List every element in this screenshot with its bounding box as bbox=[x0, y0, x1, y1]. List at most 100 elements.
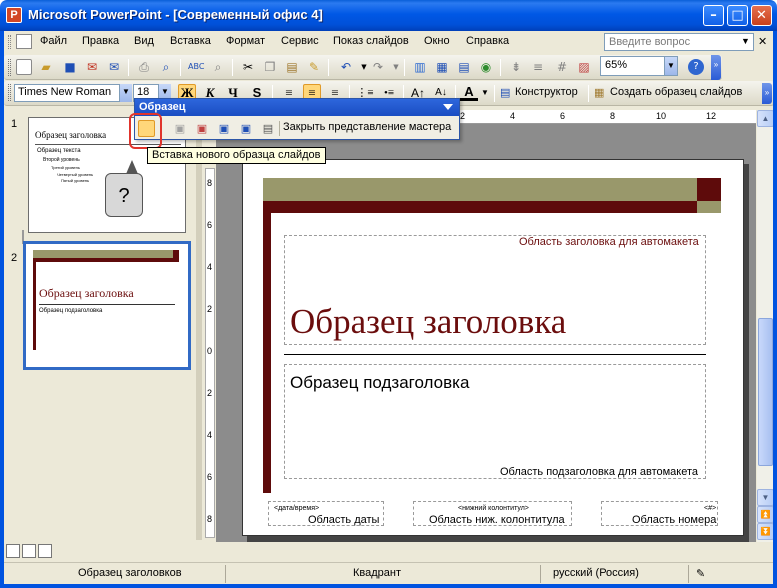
toolbar-grip-handle[interactable] bbox=[8, 59, 11, 76]
expand-all-icon[interactable]: ⇟ bbox=[508, 59, 524, 75]
redo-icon[interactable]: ↷ bbox=[370, 59, 386, 75]
document-window-icon[interactable] bbox=[16, 34, 32, 49]
rename-master-icon[interactable]: ▣ bbox=[237, 120, 255, 137]
insert-title-master-icon[interactable]: ▣ bbox=[171, 120, 189, 137]
designer-button[interactable]: Конструктор bbox=[515, 86, 578, 98]
preserve-master-icon[interactable]: ▣ bbox=[215, 120, 233, 137]
number-area-label: Область номера bbox=[632, 514, 717, 526]
font-color-dropdown[interactable]: ▼ bbox=[481, 88, 489, 97]
menu-format[interactable]: Формат bbox=[226, 35, 265, 47]
menu-file[interactable]: Файл bbox=[40, 35, 67, 47]
menu-insert[interactable]: Вставка bbox=[170, 35, 211, 47]
menu-edit[interactable]: Правка bbox=[82, 35, 119, 47]
font-color-icon[interactable]: A bbox=[460, 84, 478, 101]
scroll-down-button[interactable]: ▼ bbox=[757, 489, 774, 506]
zoom-dropdown-arrow[interactable]: ▼ bbox=[664, 57, 677, 75]
status-design: Квадрант bbox=[353, 567, 402, 579]
slide-thumbnail-2-selected[interactable]: Образец заголовка Образец подзаголовка bbox=[23, 241, 191, 370]
thumb1-level4: Четвертый уровень bbox=[57, 172, 94, 177]
paste-icon[interactable]: ▤ bbox=[284, 59, 300, 75]
tables-borders-icon[interactable]: ▤ bbox=[456, 59, 472, 75]
maroon-side-bar bbox=[263, 213, 271, 493]
menu-slideshow[interactable]: Показ слайдов bbox=[333, 35, 409, 47]
format-painter-icon[interactable]: ✎ bbox=[306, 59, 322, 75]
toolbar-options-chevron[interactable]: » bbox=[711, 55, 721, 80]
delete-master-icon[interactable]: ▣ bbox=[193, 120, 211, 137]
number-field: <#> bbox=[704, 505, 717, 512]
ruler-mark: 2 bbox=[460, 111, 466, 121]
master-subtitle-text[interactable]: Образец подзаголовка bbox=[290, 373, 469, 393]
research-icon[interactable]: ⌕ bbox=[210, 59, 226, 75]
thumb2-rule bbox=[39, 304, 175, 305]
doc-close-icon[interactable]: ✕ bbox=[758, 35, 767, 48]
font-name-box[interactable]: Times New Roman bbox=[14, 84, 132, 102]
normal-view-icon[interactable] bbox=[6, 544, 20, 558]
print-icon[interactable]: ⎙ bbox=[136, 59, 152, 75]
thumb1-level3: Третий уровень bbox=[51, 165, 80, 170]
next-slide-button[interactable]: ⏬ bbox=[757, 523, 774, 540]
menu-grip-handle[interactable] bbox=[8, 35, 11, 49]
thumb1-title: Образец заголовка bbox=[35, 130, 107, 140]
save-icon[interactable]: ■ bbox=[62, 59, 78, 75]
menu-window[interactable]: Окно bbox=[424, 35, 450, 47]
show-formatting-icon[interactable]: ≡ bbox=[530, 59, 546, 75]
new-slide-master-icon: ▦ bbox=[594, 87, 605, 99]
spelling-icon[interactable]: ABC bbox=[188, 59, 204, 75]
thumb2-title: Образец заголовка bbox=[39, 286, 134, 300]
font-dropdown-arrow[interactable]: ▼ bbox=[119, 84, 132, 102]
ruler-mark: 8 bbox=[610, 111, 616, 121]
print-preview-icon[interactable]: ⌕ bbox=[158, 59, 174, 75]
email-icon[interactable]: ✉ bbox=[106, 59, 122, 75]
insert-table-icon[interactable]: ▦ bbox=[434, 59, 450, 75]
chart-icon[interactable]: ▥ bbox=[412, 59, 428, 75]
menu-view[interactable]: Вид bbox=[134, 35, 154, 47]
permission-icon[interactable]: ✉ bbox=[84, 59, 100, 75]
format-toolbar-chevron[interactable]: » bbox=[762, 83, 772, 104]
insert-diagram-icon[interactable]: ◉ bbox=[478, 59, 494, 75]
thumb2-olive-bar bbox=[33, 250, 173, 258]
master-toolbar-title[interactable]: Образец bbox=[135, 99, 459, 116]
master-toolbar-menu-icon[interactable] bbox=[443, 104, 453, 110]
slideshow-view-icon[interactable] bbox=[38, 544, 52, 558]
ruler-mark: 10 bbox=[656, 111, 667, 121]
undo-icon[interactable]: ↶ bbox=[338, 59, 354, 75]
scroll-thumb[interactable] bbox=[758, 318, 773, 466]
help-question-input[interactable]: Введите вопрос bbox=[604, 33, 754, 51]
help-dropdown-arrow[interactable]: ▼ bbox=[741, 36, 750, 46]
cut-icon[interactable]: ✂ bbox=[240, 59, 256, 75]
help-icon[interactable]: ? bbox=[688, 59, 704, 75]
view-buttons-bar bbox=[4, 542, 774, 560]
show-grid-icon[interactable]: # bbox=[554, 59, 570, 75]
menu-help[interactable]: Справка bbox=[466, 35, 509, 47]
thumb2-maroon-bar bbox=[33, 258, 179, 262]
redo-dropdown-icon[interactable]: ▼ bbox=[388, 59, 404, 75]
close-master-view-button[interactable]: Закрыть представление мастера bbox=[283, 121, 451, 133]
new-slide-master-button[interactable]: Создать образец слайдов bbox=[610, 86, 742, 98]
open-folder-icon[interactable]: ▰ bbox=[38, 59, 54, 75]
scroll-up-button[interactable]: ▲ bbox=[757, 110, 774, 127]
minimize-button[interactable]: – bbox=[703, 5, 724, 26]
close-button[interactable]: ✕ bbox=[751, 5, 772, 26]
master-title-text[interactable]: Образец заголовка bbox=[290, 302, 566, 342]
master-view-toolbar[interactable]: Образец ▣ ▣ ▣ ▣ ▤ Закрыть представление … bbox=[134, 98, 460, 140]
footer-field: <нижний колонтитул> bbox=[458, 505, 529, 512]
prev-slide-button[interactable]: ⏫ bbox=[757, 506, 774, 523]
thumb1-level5: Пятый уровень bbox=[61, 178, 90, 183]
spelling-status-icon[interactable]: ✎ bbox=[696, 567, 705, 580]
new-document-icon[interactable] bbox=[16, 59, 32, 75]
thumb1-text: Образец текста bbox=[37, 148, 81, 154]
toolbar-grip-handle[interactable] bbox=[8, 84, 11, 101]
maximize-button[interactable]: □ bbox=[727, 5, 748, 26]
menu-tools[interactable]: Сервис bbox=[281, 35, 319, 47]
ruler-mark: 4 bbox=[510, 111, 516, 121]
separator bbox=[279, 121, 280, 136]
color-grayscale-icon[interactable]: ▨ bbox=[576, 59, 592, 75]
copy-icon[interactable]: ❐ bbox=[262, 59, 278, 75]
thumb1-level2: Второй уровень bbox=[43, 157, 80, 163]
separator bbox=[404, 59, 405, 76]
powerpoint-app-icon[interactable]: P bbox=[6, 7, 22, 23]
title-bar[interactable]: P Microsoft PowerPoint - [Современный оф… bbox=[0, 0, 777, 31]
slide-sorter-view-icon[interactable] bbox=[22, 544, 36, 558]
slide-master[interactable] bbox=[242, 159, 744, 536]
master-layout-icon[interactable]: ▤ bbox=[259, 120, 277, 137]
